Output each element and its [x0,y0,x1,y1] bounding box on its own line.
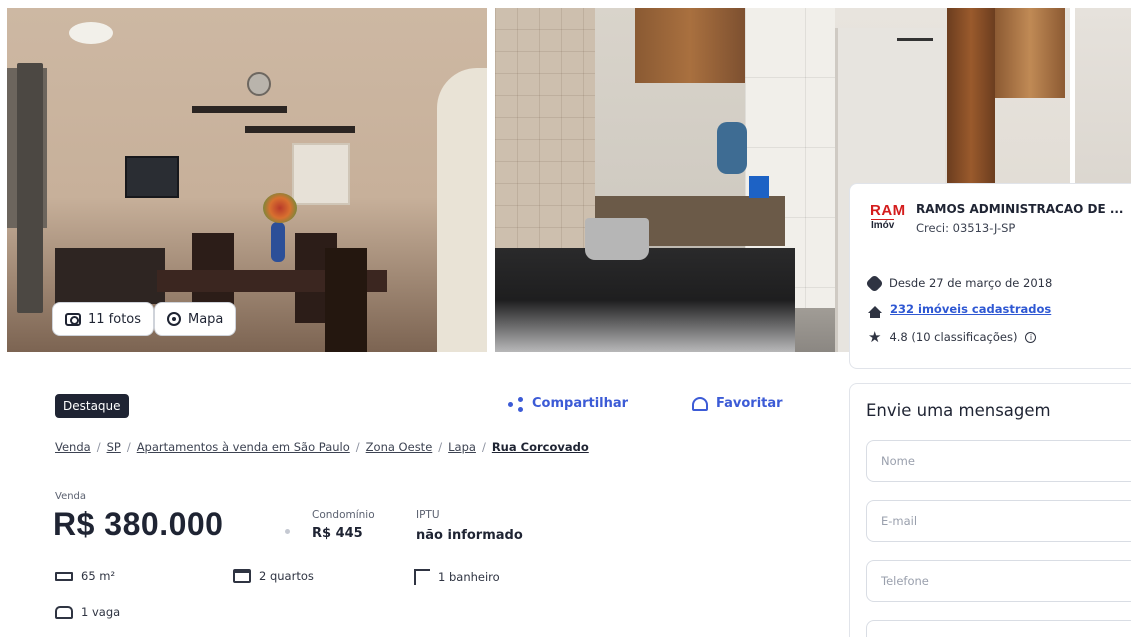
breadcrumb-separator: / [126,440,131,454]
photos-button[interactable]: 11 fotos [52,302,155,336]
wood-shelf [995,8,1065,98]
breadcrumb-venda[interactable]: Venda [55,440,91,454]
ruler-icon [55,571,73,581]
stove [495,248,795,352]
wall-cabinet [635,8,745,83]
share-button[interactable]: Compartilhar [508,396,629,412]
shower-icon [414,569,430,585]
condominio-label: Condomínio [312,509,375,521]
area-value: 65 m² [81,569,116,583]
seal-icon [865,273,884,293]
agency-since: Desde 27 de março de 2018 [865,273,1053,293]
agency-name[interactable]: RAMOS ADMINISTRACAO DE ... [916,202,1124,216]
cooking-pot [585,218,649,260]
photo-frames [292,143,350,205]
bath-value: 1 banheiro [438,570,500,584]
message-field[interactable] [866,620,1131,637]
parking-value: 1 vaga [81,605,121,619]
agency-rating: ★ 4.8 (10 classificações) i [868,327,1037,346]
photo-kitchen[interactable] [495,8,835,352]
breadcrumb-apartamentos[interactable]: Apartamentos à venda em São Paulo [137,440,350,454]
breadcrumb-separator: / [438,440,443,454]
agency-card: RAM Imóv RAMOS ADMINISTRACAO DE ... Crec… [849,183,1131,369]
feature-area: 65 m² [55,569,115,583]
water-filter [717,122,747,174]
breadcrumb: Venda / SP / Apartamentos à venda em São… [55,440,589,454]
breadcrumb-sp[interactable]: SP [107,440,121,454]
form-title: Envie uma mensagem [866,401,1051,420]
sale-type-label: Venda [55,491,87,502]
breadcrumb-zona-oeste[interactable]: Zona Oeste [366,440,433,454]
agency-creci: Creci: 03513-J-SP [916,221,1016,235]
wall-hooks [897,38,933,72]
flowers [263,193,297,223]
agency-logo[interactable]: RAM Imóv [870,203,908,237]
vase [271,222,285,262]
rating-text: 4.8 (10 classificações) [889,330,1018,344]
heart-icon [692,396,708,411]
ceiling-lamp [69,22,113,44]
rooms-value: 2 quartos [259,569,314,583]
photos-label: 11 fotos [88,311,142,327]
curtain [17,63,43,313]
share-icon [508,396,524,412]
feature-rooms: 2 quartos [233,569,314,583]
logo-ram-text: RAM [870,202,906,219]
chair [325,248,367,352]
breadcrumb-separator: / [355,440,360,454]
wood-panel [947,8,995,188]
info-icon[interactable]: i [1025,331,1037,343]
breadcrumb-separator: / [96,440,101,454]
feature-bathroom: 1 banheiro [414,569,500,585]
iptu-value: não informado [416,528,523,543]
iptu-label: IPTU [416,509,440,521]
map-button[interactable]: Mapa [154,302,237,336]
price: R$ 380.000 [53,506,224,542]
favorite-button[interactable]: Favoritar [692,396,783,411]
share-label: Compartilhar [532,396,629,411]
camera-icon [65,312,81,326]
wall-shelf [245,126,355,133]
star-icon: ★ [868,327,882,346]
separator-dot [285,529,290,534]
wall-clock [247,72,271,96]
bed-icon [233,569,251,583]
map-pin-icon [167,312,181,326]
agency-listings: 232 imóveis cadastrados [868,302,1051,318]
sideboard [55,248,165,304]
condominio-value: R$ 445 [312,526,363,541]
logo-imov-text: Imóv [871,219,895,231]
favorite-label: Favoritar [716,396,783,411]
email-field[interactable] [866,500,1131,542]
television [125,156,179,198]
wall-shelf [192,106,287,113]
photo-living-room[interactable] [7,8,487,352]
message-form: Envie uma mensagem [849,383,1131,637]
map-label: Mapa [188,311,224,327]
breadcrumb-lapa[interactable]: Lapa [448,440,476,454]
listings-link[interactable]: 232 imóveis cadastrados [890,302,1051,316]
archway [437,68,487,352]
phone-field[interactable] [866,560,1131,602]
house-icon [868,305,882,318]
breadcrumb-separator: / [481,440,486,454]
since-text: Desde 27 de março de 2018 [889,276,1053,290]
feature-parking: 1 vaga [55,605,120,619]
bucket [749,176,769,198]
breadcrumb-current[interactable]: Rua Corcovado [492,440,589,454]
featured-badge: Destaque [55,394,129,418]
car-icon [55,605,73,619]
name-field[interactable] [866,440,1131,482]
